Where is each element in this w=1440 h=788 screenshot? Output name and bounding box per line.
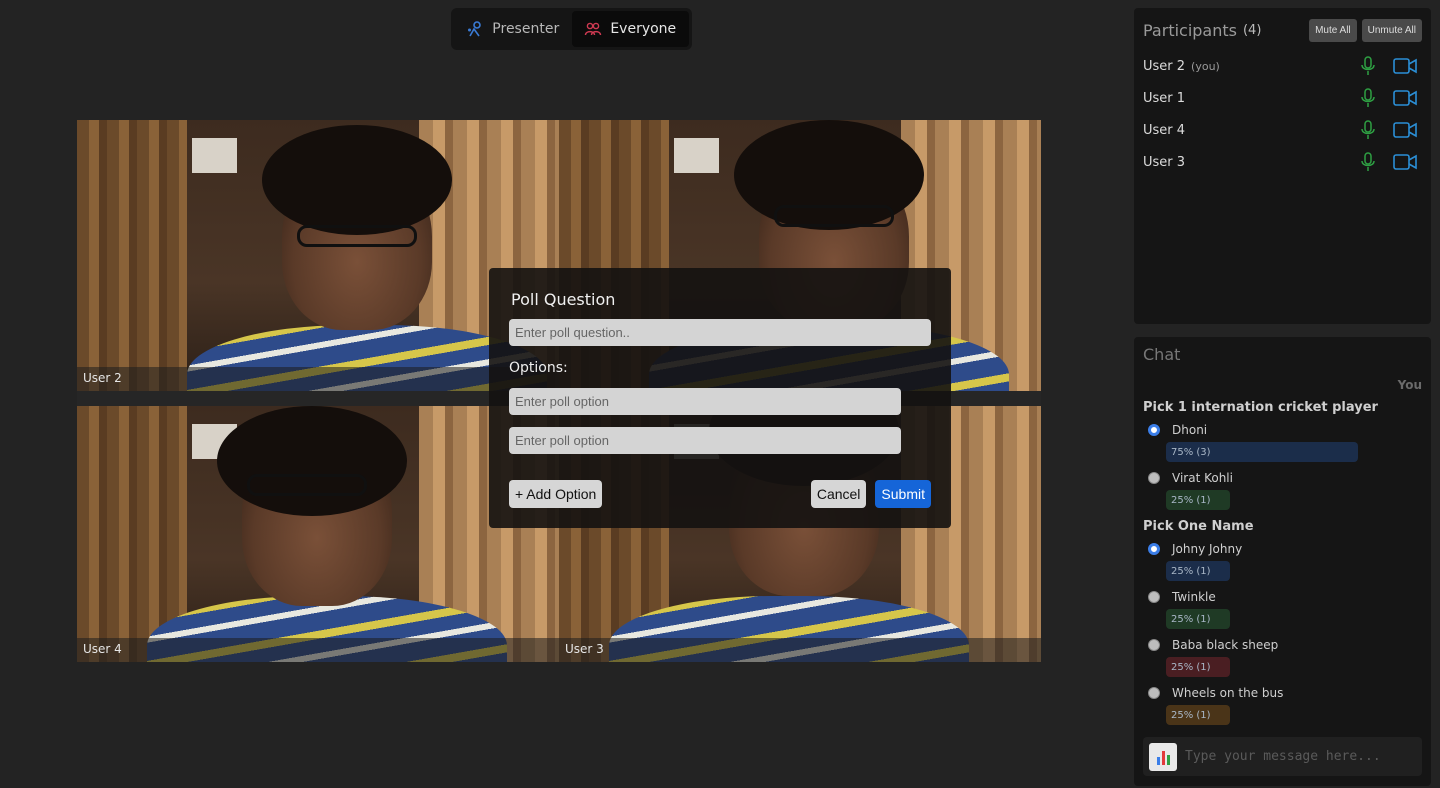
poll-option-input[interactable] [509,427,901,454]
participant-row: User 3 [1143,146,1422,178]
poll-option[interactable]: Wheels on the bus [1148,686,1422,700]
participant-name: User 4 [1143,122,1186,138]
poll-result-text: 25% (1) [1171,709,1211,721]
view-toggle: Presenter Everyone [451,8,692,50]
poll-result-bar: 25% (1) [1166,657,1230,677]
chat-message-input[interactable] [1185,749,1415,764]
poll-results: Pick 1 internation cricket player Dhoni 75… [1143,400,1422,725]
cancel-button[interactable]: Cancel [810,480,867,508]
chat-input-bar [1143,737,1422,776]
chat-title: Chat [1143,345,1181,364]
everyone-view-label: Everyone [610,21,677,37]
poll-message: Pick 1 internation cricket player Dhoni 75… [1143,400,1422,510]
poll-result-bar: 25% (1) [1166,705,1230,725]
video-feed [77,406,559,662]
poll-result-bar: 75% (3) [1166,442,1358,462]
participant-name: User 2 [1143,58,1186,74]
presenter-view-label: Presenter [492,21,560,37]
poll-option-label: Twinkle [1172,590,1216,604]
microphone-icon[interactable] [1359,88,1377,108]
poll-result-text: 75% (3) [1171,446,1211,458]
chat-panel: Chat You Pick 1 internation cricket play… [1134,337,1431,786]
poll-question: Pick 1 internation cricket player [1143,400,1378,415]
poll-result-text: 25% (1) [1171,613,1211,625]
microphone-icon[interactable] [1359,120,1377,140]
video-feed [77,120,559,391]
camera-icon[interactable] [1393,153,1417,171]
poll-dialog-title: Poll Question [511,290,616,309]
participant-list: User 2 (you) User 1 User 4 User 3 [1143,50,1422,178]
video-tile-label: User 3 [565,642,604,656]
video-tile-label: User 2 [83,371,122,385]
poll-option-label: Baba black sheep [1172,638,1279,652]
radio-button[interactable] [1148,424,1160,436]
options-label: Options: [509,360,568,376]
poll-option[interactable]: Dhoni [1148,423,1422,437]
poll-option[interactable]: Virat Kohli [1148,471,1422,485]
poll-result-bar: 25% (1) [1166,490,1230,510]
poll-option-label: Wheels on the bus [1172,686,1284,700]
poll-dialog: Poll Question Options: + Add Option Canc… [489,268,951,528]
mute-all-button[interactable]: Mute All [1309,18,1357,42]
poll-option-input[interactable] [509,388,901,415]
poll-question-input[interactable] [509,319,931,346]
poll-option[interactable]: Twinkle [1148,590,1422,604]
camera-icon[interactable] [1393,121,1417,139]
group-icon [585,22,602,36]
radio-button[interactable] [1148,472,1160,484]
participant-row: User 1 [1143,82,1422,114]
participants-count: (4) [1242,22,1262,38]
unmute-all-button[interactable]: Unmute All [1361,18,1422,42]
submit-button[interactable]: Submit [875,480,931,508]
camera-icon[interactable] [1393,57,1417,75]
camera-icon[interactable] [1393,89,1417,107]
add-option-button[interactable]: + Add Option [509,480,603,508]
poll-option[interactable]: Johny Johny [1148,542,1422,556]
poll-result-text: 25% (1) [1171,565,1211,577]
video-tile[interactable]: User 4 [77,406,559,662]
poll-option-label: Dhoni [1172,423,1208,437]
poll-result-text: 25% (1) [1171,494,1211,506]
microphone-icon[interactable] [1359,56,1377,76]
poll-option-label: Johny Johny [1172,542,1243,556]
poll-result-bar: 25% (1) [1166,561,1230,581]
participants-title: Participants [1143,20,1237,40]
participant-name: User 1 [1143,90,1186,106]
radio-button[interactable] [1148,639,1160,651]
participants-panel: Participants (4) Mute All Unmute All Use… [1134,8,1431,324]
participant-row: User 4 [1143,114,1422,146]
presenter-view-button[interactable]: Presenter [454,11,572,47]
poll-option-label: Virat Kohli [1172,471,1233,485]
participant-tag: (you) [1191,59,1220,73]
microphone-icon[interactable] [1359,152,1377,172]
participant-name: User 3 [1143,154,1186,170]
presenter-icon [468,21,482,37]
everyone-view-button[interactable]: Everyone [571,11,689,47]
poll-question: Pick One Name [1143,519,1254,534]
video-tile-label: User 4 [83,642,122,656]
radio-button[interactable] [1148,543,1160,555]
poll-chart-icon[interactable] [1149,742,1177,771]
poll-option[interactable]: Baba black sheep [1148,638,1422,652]
video-tile[interactable]: User 2 [77,120,559,391]
radio-button[interactable] [1148,591,1160,603]
poll-message: Pick One Name Johny Johny 25% (1) Twinkle 25… [1143,519,1422,725]
radio-button[interactable] [1148,687,1160,699]
poll-result-bar: 25% (1) [1166,609,1230,629]
participant-row: User 2 (you) [1143,50,1422,82]
poll-result-text: 25% (1) [1171,661,1211,673]
message-sender: You [1397,378,1422,392]
